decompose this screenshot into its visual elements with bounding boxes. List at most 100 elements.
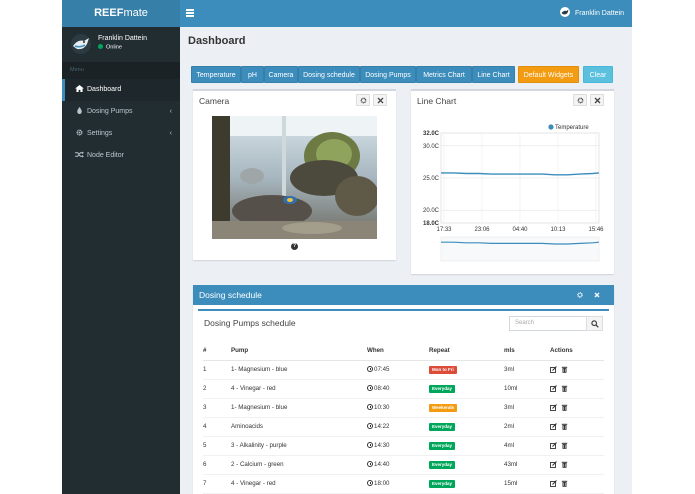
top-navbar: Franklin Dattein [180, 0, 632, 27]
repeat-cell: Everyday [429, 378, 504, 398]
dose-amount: 3ml [504, 359, 550, 379]
sidebar: REEFmate Franklin Dattein Online Menu Da… [62, 0, 180, 494]
trash-icon[interactable] [561, 385, 568, 392]
schedule-table: # Pump When Repeat mls Actions 1 1- Magne… [203, 341, 604, 494]
edit-icon[interactable] [550, 365, 557, 373]
pump-name: 2 - Calcium - green [231, 454, 367, 474]
header-user-menu[interactable]: Franklin Dattein [559, 0, 624, 27]
line-chart-widget: Line Chart 30.0C 25.0C 20.0C 32.0C 18.0C 17:3… [411, 89, 614, 274]
line-chart-button[interactable]: Line Chart [472, 66, 515, 83]
edit-icon[interactable] [550, 384, 557, 392]
settings-button[interactable] [573, 94, 587, 106]
dosing-schedule-header: Dosing schedule [193, 285, 614, 305]
edit-icon[interactable] [550, 403, 557, 411]
edit-icon[interactable] [550, 441, 557, 449]
dose-time: 14:30 [367, 435, 429, 455]
clock-icon [367, 442, 373, 448]
legend-marker [548, 124, 554, 130]
trash-icon[interactable] [561, 423, 568, 430]
sidebar-item-node-editor[interactable]: Node Editor [62, 145, 180, 167]
pump-name: 3 - Alkalinity - purple [231, 435, 367, 455]
repeat-cell: Everyday [429, 435, 504, 455]
sidebar-item-dosing-pumps[interactable]: Dosing Pumps ‹ [62, 101, 180, 123]
menu-toggle-icon[interactable] [186, 9, 194, 17]
column-header: Actions [550, 341, 604, 361]
status-dot [98, 44, 103, 49]
column-header: # [203, 341, 231, 361]
close-button[interactable] [373, 94, 387, 106]
app-window: REEFmate Franklin Dattein Online Menu Da… [62, 0, 632, 494]
close-icon [377, 97, 384, 104]
user-panel: Franklin Dattein Online [62, 27, 180, 62]
row-number: 4 [203, 416, 231, 436]
y-max-label: 32.0C [423, 131, 440, 137]
edit-icon[interactable] [550, 460, 557, 468]
trash-icon[interactable] [561, 480, 568, 487]
camera-widget-title: Camera [199, 96, 230, 106]
x-tick-label: 17:33 [436, 227, 452, 233]
x-tick-label: 04:40 [512, 227, 528, 233]
row-actions [550, 473, 604, 493]
search-button[interactable] [586, 316, 603, 331]
close-button[interactable] [590, 94, 604, 106]
line-chart: 30.0C25.0C20.0C32.0C18.0C17:33 23:06 04:40… [423, 124, 604, 262]
avatar [71, 34, 91, 54]
trash-icon[interactable] [561, 366, 568, 373]
clock-icon [367, 480, 373, 486]
trash-icon[interactable] [561, 404, 568, 411]
gear-icon [360, 97, 367, 104]
sidebar-item-settings[interactable]: Settings ‹ [62, 123, 180, 145]
pump-name: 4 - Vinegar - red [231, 473, 367, 493]
trash-icon[interactable] [561, 461, 568, 468]
dose-amount: 43ml [504, 454, 550, 474]
clock-icon [367, 366, 373, 372]
clear-button[interactable]: Clear [583, 66, 613, 83]
camera-button[interactable]: Camera [264, 66, 298, 83]
clock-icon [367, 461, 373, 467]
camera-widget: Camera ? [193, 89, 396, 260]
dose-amount: 15ml [504, 473, 550, 493]
dosing-pumps-button[interactable]: Dosing Pumps [360, 66, 416, 83]
default-widgets-button[interactable]: Default Widgets [518, 66, 579, 83]
logo[interactable]: REEFmate [62, 0, 180, 27]
gear-icon[interactable] [577, 292, 583, 298]
range-navigator [440, 236, 600, 262]
ph-button[interactable]: pH [241, 66, 264, 83]
pump-name: 1- Magnesium - blue [231, 359, 367, 379]
table-row: 1 1- Magnesium - blue 07:45 Mon to Fri 3ml [203, 359, 604, 379]
sidebar-item-dashboard[interactable]: Dashboard [62, 79, 180, 101]
row-number: 5 [203, 435, 231, 455]
help-icon[interactable]: ? [291, 243, 298, 250]
x-tick-label: 15:46 [588, 227, 604, 233]
metrics-chart-button[interactable]: Metrics Chart [416, 66, 472, 83]
edit-icon[interactable] [550, 422, 557, 430]
search-icon [591, 320, 599, 328]
search-input[interactable]: Search [509, 316, 587, 331]
dose-time: 10:30 [367, 397, 429, 417]
trash-icon[interactable] [561, 442, 568, 449]
dose-time: 18:00 [367, 473, 429, 493]
dosing-schedule-button[interactable]: Dosing schedule [298, 66, 360, 83]
row-actions [550, 454, 604, 474]
column-header: When [367, 341, 429, 361]
table-row: 3 1- Magnesium - blue 10:30 Weekends 3ml [203, 397, 604, 417]
edit-icon[interactable] [550, 479, 557, 487]
column-header: mls [504, 341, 550, 361]
row-actions [550, 435, 604, 455]
table-row: 74 - Vinegar - red 18:00 Everyday 15ml [203, 473, 604, 493]
temperature-button[interactable]: Temperature [191, 66, 241, 83]
random-icon [75, 151, 84, 158]
clock-icon [367, 404, 373, 410]
settings-button[interactable] [356, 94, 370, 106]
y-tick-label: 25.0C [423, 176, 440, 182]
close-icon[interactable] [594, 292, 600, 298]
repeat-badge: Weekends [429, 403, 458, 412]
y-tick-label: 30.0C [423, 144, 440, 150]
pump-name: 1- Magnesium - blue [231, 397, 367, 417]
row-number: 6 [203, 454, 231, 474]
dosing-pumps-schedule-box: Dosing Pumps schedule Search # Pump When… [198, 309, 609, 494]
repeat-cell: Everyday [429, 416, 504, 436]
y-tick-label: 20.0C [423, 208, 440, 214]
repeat-badge: Mon to Fri [429, 365, 457, 374]
dose-time: 07:45 [367, 359, 429, 379]
